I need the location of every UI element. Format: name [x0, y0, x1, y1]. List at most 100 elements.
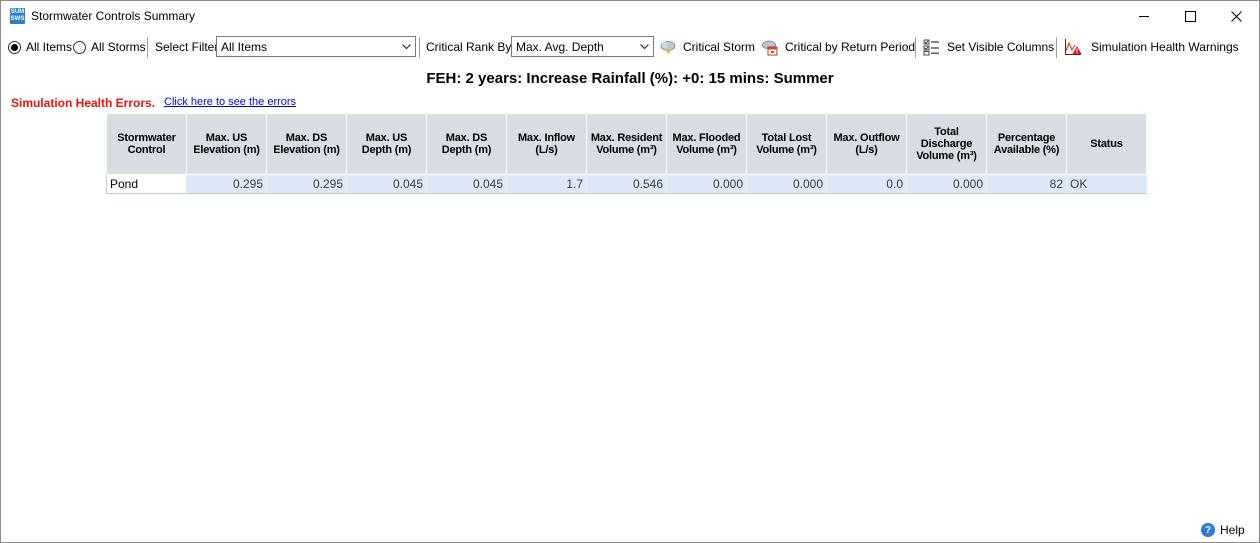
column-header-text: Volume (m³): [916, 150, 977, 162]
radio-all-storms-label: All Storms: [91, 40, 146, 54]
stormwater-controls-window: SUM SWS Stormwater Controls Summary All …: [0, 0, 1260, 543]
see-errors-link[interactable]: Click here to see the errors: [164, 96, 296, 108]
column-header-text: Volume (m³): [756, 144, 817, 156]
column-header-text: (L/s): [535, 144, 558, 156]
column-header-text: Elevation (m): [193, 144, 260, 156]
toolbar-separator: [1056, 37, 1057, 58]
value-cell[interactable]: 0.0: [826, 174, 907, 194]
column-header[interactable]: Stormwater Control: [106, 113, 187, 175]
toolbar: All Items All Storms Select Filter All I…: [1, 35, 1259, 59]
critical-storm-button[interactable]: Critical Storm: [659, 35, 755, 59]
app-icon-line-2: SWS: [10, 16, 25, 22]
table-header-row: Stormwater Control Max. US Elevation (m) Max…: [106, 113, 1147, 175]
column-header-text: Max. Outflow: [833, 132, 900, 144]
column-header-text: Available (%): [993, 144, 1060, 156]
critical-storm-label: Critical Storm: [683, 40, 756, 54]
column-header-text: Total Lost: [761, 132, 812, 144]
value-cell[interactable]: 1.7: [506, 174, 587, 194]
critical-rank-label: Critical Rank By:: [426, 40, 515, 54]
critical-return-period-label: Critical by Return Period: [785, 40, 916, 54]
set-visible-columns-button[interactable]: Set Visible Columns: [923, 35, 1054, 59]
table-row[interactable]: Pond 0.295 0.295 0.045 0.045 1.7 0.546 0.000 0.0…: [106, 174, 1147, 194]
filter-dropdown-value: All Items: [221, 39, 268, 54]
column-header[interactable]: Max. US Elevation (m): [186, 113, 267, 175]
value-cell[interactable]: 0.045: [426, 174, 507, 194]
close-icon: [1230, 11, 1242, 22]
storm-cloud-icon: [660, 41, 676, 56]
calendar-cloud-icon: [762, 40, 778, 56]
title-bar[interactable]: SUM SWS Stormwater Controls Summary: [1, 1, 1259, 32]
column-header-text: Max. Resident: [590, 132, 663, 144]
radio-all-items-indicator[interactable]: [8, 40, 21, 54]
stormwater-control-cell[interactable]: Pond: [106, 174, 187, 194]
column-header[interactable]: Max. Inflow (L/s): [506, 113, 587, 175]
column-header-text: Max. DS: [285, 132, 328, 144]
chevron-down-icon: [640, 44, 649, 50]
column-header[interactable]: Total Discharge Volume (m³): [906, 113, 987, 175]
column-header[interactable]: Max. Resident Volume (m³): [586, 113, 667, 175]
column-header[interactable]: Status: [1066, 113, 1147, 175]
column-header[interactable]: Percentage Available (%): [986, 113, 1067, 175]
column-header-text: Max. US: [205, 132, 248, 144]
table-body: Pond 0.295 0.295 0.045 0.045 1.7 0.546 0.000 0.0…: [106, 174, 1147, 194]
app-icon: SUM SWS: [10, 8, 25, 24]
column-header-text: Percentage: [997, 132, 1056, 144]
value-cell[interactable]: 0.546: [586, 174, 667, 194]
simulation-health-warnings-button[interactable]: Simulation Health Warnings: [1064, 35, 1239, 59]
value-cell[interactable]: 0.045: [346, 174, 427, 194]
column-header-text: Volume (m³): [596, 144, 657, 156]
column-header-text: Max. DS: [445, 132, 488, 144]
chevron-down-icon: [402, 44, 411, 50]
column-header-text: Status: [1090, 138, 1123, 150]
toolbar-separator: [147, 37, 148, 58]
status-cell[interactable]: OK: [1066, 174, 1147, 194]
radio-all-storms[interactable]: All Storms: [73, 35, 146, 59]
column-header[interactable]: Total Lost Volume (m³): [746, 113, 827, 175]
maximize-button[interactable]: [1167, 1, 1213, 32]
critical-rank-dropdown[interactable]: Max. Avg. Depth: [511, 36, 654, 57]
set-visible-columns-label: Set Visible Columns: [947, 40, 1055, 54]
checklist-icon: [923, 39, 939, 56]
column-header-text: Control: [127, 144, 166, 156]
radio-all-storms-indicator[interactable]: [73, 40, 86, 54]
column-header-text: Volume (m³): [676, 144, 737, 156]
close-button[interactable]: [1213, 1, 1259, 32]
column-header-text: Total: [934, 126, 959, 138]
column-header-text: Max. Inflow: [517, 132, 576, 144]
window-title: Stormwater Controls Summary: [31, 9, 196, 23]
radio-all-items-label: All Items: [26, 40, 73, 54]
simulation-health-warnings-label: Simulation Health Warnings: [1091, 40, 1239, 54]
column-header-text: Elevation (m): [273, 144, 340, 156]
value-cell[interactable]: 0.295: [266, 174, 347, 194]
column-header[interactable]: Max. DS Depth (m): [426, 113, 507, 175]
simulation-health-errors-label: Simulation Health Errors.: [11, 96, 156, 110]
select-filter-label: Select Filter: [155, 40, 219, 54]
column-header-text: Max. Flooded: [672, 132, 741, 144]
value-cell[interactable]: 0.295: [186, 174, 267, 194]
scenario-title: FEH: 2 years: Increase Rainfall (%): +0:…: [426, 70, 834, 87]
warning-chart-icon: [1065, 39, 1082, 55]
help-button[interactable]: ? Help: [1201, 523, 1245, 537]
help-label: Help: [1220, 523, 1245, 537]
column-header-text: Depth (m): [361, 144, 412, 156]
column-header[interactable]: Max. US Depth (m): [346, 113, 427, 175]
value-cell[interactable]: 0.000: [746, 174, 827, 194]
maximize-icon: [1184, 11, 1196, 22]
minimize-icon: [1138, 16, 1149, 17]
value-cell[interactable]: 82: [986, 174, 1067, 194]
column-header[interactable]: Max. Outflow (L/s): [826, 113, 907, 175]
column-header[interactable]: Max. DS Elevation (m): [266, 113, 347, 175]
column-header-text: Depth (m): [441, 144, 492, 156]
radio-all-items[interactable]: All Items: [8, 35, 72, 59]
minimize-button[interactable]: [1121, 1, 1167, 32]
value-cell[interactable]: 0.000: [906, 174, 987, 194]
column-header[interactable]: Max. Flooded Volume (m³): [666, 113, 747, 175]
value-cell[interactable]: 0.000: [666, 174, 747, 194]
help-icon: ?: [1201, 523, 1215, 537]
column-header-text: (L/s): [855, 144, 878, 156]
filter-dropdown[interactable]: All Items: [216, 36, 416, 57]
stormwater-controls-table: Stormwater Control Max. US Elevation (m) Max…: [106, 113, 1147, 194]
critical-rank-value: Max. Avg. Depth: [516, 39, 604, 54]
column-header-text: Stormwater: [117, 132, 176, 144]
critical-return-period-button[interactable]: Critical by Return Period: [761, 35, 915, 59]
